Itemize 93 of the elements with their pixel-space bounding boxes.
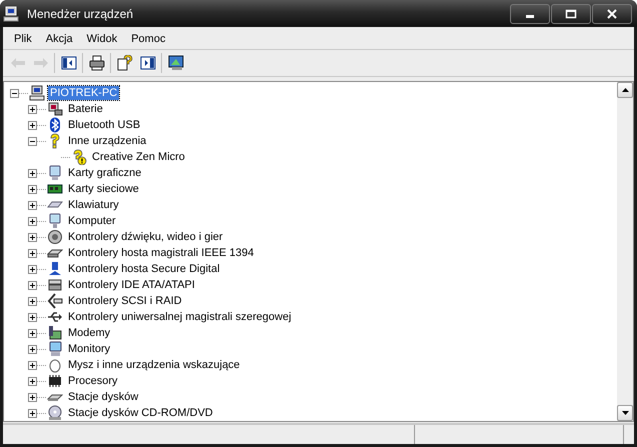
tree-item[interactable]: Stacje dysków [66,390,140,404]
battery-icon [47,101,63,117]
plus-icon [29,186,36,192]
tree-item[interactable]: Kontrolery IDE ATA/ATAPI [66,278,197,292]
expand-toggle[interactable] [28,104,37,114]
tree-item[interactable]: Bluetooth USB [66,118,142,132]
expand-toggle[interactable] [28,216,37,226]
forward-arrow-icon [32,55,48,71]
plus-icon [29,250,36,256]
expand-toggle[interactable] [28,232,37,242]
tree-item[interactable]: Procesory [66,374,120,388]
tree-item[interactable]: PIOTREK-PC [48,86,120,100]
drive-icon [47,277,63,293]
expand-toggle[interactable] [28,296,37,306]
plus-icon [29,122,36,128]
plus-icon [29,202,36,208]
plus-icon [29,346,36,352]
panel-icon [140,55,156,71]
computer-icon [29,85,45,101]
computer-icon [3,6,19,22]
menu-item[interactable]: Plik [7,33,39,45]
expand-toggle[interactable] [28,248,37,258]
tree-item[interactable]: Baterie [66,102,105,116]
plus-icon [29,106,36,112]
tree-item[interactable]: Creative Zen Micro [90,150,187,164]
help-icon [116,55,132,71]
menu-item[interactable]: Akcja [38,33,80,45]
tree-item[interactable]: Stacje dysków CD-ROM/DVD [66,406,215,420]
expand-toggle[interactable] [28,200,37,210]
expand-toggle[interactable] [28,376,37,386]
expand-toggle[interactable] [28,344,37,354]
expand-toggle[interactable] [28,280,37,290]
down-arrow-icon [622,411,628,415]
tree-item[interactable]: Karty graficzne [66,166,144,180]
minimize-icon [526,15,534,18]
tree-item[interactable]: Monitory [66,342,112,356]
display-icon [47,165,63,181]
plus-icon [29,298,36,304]
tree-item[interactable]: Kontrolery hosta magistrali IEEE 1394 [66,246,256,260]
scrollbar[interactable] [617,82,633,421]
tree-item[interactable]: Karty sieciowe [66,182,141,196]
monitor-icon [47,341,63,357]
tree-item[interactable]: Klawiatury [66,198,121,212]
menu-item[interactable]: Pomoc [124,33,172,45]
plus-icon [29,362,36,368]
expand-toggle[interactable] [28,168,37,178]
plus-icon [29,218,36,224]
window-title: Menedżer urządzeń [27,6,134,20]
connector-icon [47,293,63,309]
collapse-toggle[interactable] [28,136,37,146]
plus-icon [29,330,36,336]
question-icon [71,149,87,165]
mouse-icon [47,357,63,373]
close-icon [607,8,617,18]
tree-panel-icon [60,55,76,71]
tree-item[interactable]: Inne urządzenia [66,134,148,148]
chip-icon [47,373,63,389]
expand-toggle[interactable] [28,120,37,130]
plus-icon [29,410,36,416]
up-arrow-icon [622,88,628,92]
printer-icon [88,55,104,71]
expand-toggle[interactable] [28,328,37,338]
maximize-icon [565,8,577,18]
menu-item[interactable]: Widok [80,33,124,45]
close-button[interactable] [592,4,632,24]
tree-item[interactable]: Komputer [66,214,118,228]
plus-icon [29,282,36,288]
scroll-down-button[interactable] [617,405,633,421]
speaker-icon [47,229,63,245]
plus-icon [29,394,36,400]
tree-item[interactable]: Modemy [66,326,112,340]
expand-toggle[interactable] [28,184,37,194]
minimize-button[interactable] [510,4,550,24]
plus-icon [29,170,36,176]
plus-icon [29,314,36,320]
bluetooth-icon [47,117,63,133]
tree-item[interactable]: Kontrolery dźwięku, wideo i gier [66,230,225,244]
plus-icon [29,378,36,384]
expand-toggle[interactable] [28,312,37,322]
computer-icon [47,213,63,229]
tree-item[interactable]: Mysz i inne urządzenia wskazujące [66,358,242,372]
tree-item[interactable]: Kontrolery SCSI i RAID [66,294,184,308]
plus-icon [29,234,36,240]
expand-toggle[interactable] [28,392,37,402]
tree-item[interactable]: Kontrolery uniwersalnej magistrali szeregowej [66,310,294,324]
expand-toggle[interactable] [28,408,37,418]
tree-item[interactable]: Kontrolery hosta Secure Digital [66,262,222,276]
plus-icon [29,266,36,272]
collapse-toggle[interactable] [10,88,19,98]
maximize-button[interactable] [551,4,591,24]
expand-toggle[interactable] [28,360,37,370]
scroll-up-button[interactable] [617,82,633,98]
expand-toggle[interactable] [28,264,37,274]
